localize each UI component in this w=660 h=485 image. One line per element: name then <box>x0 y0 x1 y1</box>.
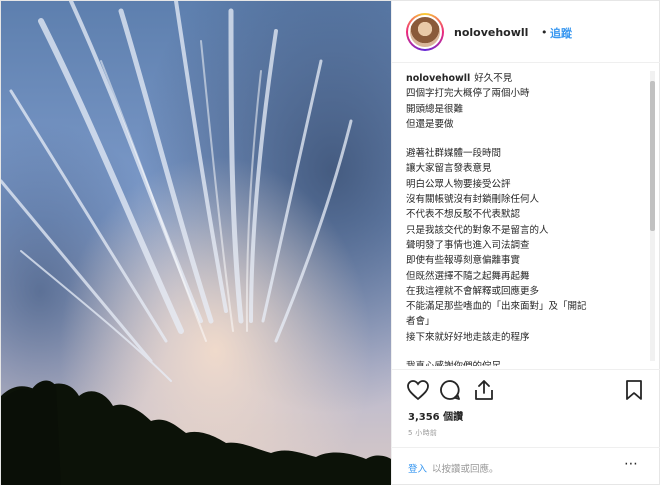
share-icon[interactable] <box>472 378 496 402</box>
comment-icon[interactable] <box>438 378 462 402</box>
caption-text: 四個字打完大概停了兩個小時 <box>406 88 530 100</box>
caption-text: 明白公眾人物要接受公評 <box>406 178 511 190</box>
caption-line: 我真心感謝你們的佇足 <box>406 359 644 366</box>
caption-line: 不代表不想反駁不代表默認 <box>406 207 644 222</box>
caption-line: nolovehowll 好久不見 <box>406 71 644 86</box>
caption-line: 讓大家留言發表意見 <box>406 161 644 176</box>
caption-text: 避著社群媒體一段時間 <box>406 148 502 160</box>
heart-icon[interactable] <box>406 378 430 402</box>
comment-prompt: 以按讚或回應。 <box>432 464 499 475</box>
caption-text: 好久不見 <box>474 73 513 84</box>
caption-text: 即使有些報導刻意偏離事實 <box>406 255 521 267</box>
caption-line: 接下來就好好地走該走的程序 <box>406 330 644 345</box>
caption-text: 但還是要做 <box>406 118 454 130</box>
caption-text: 者會」 <box>406 316 435 328</box>
login-link[interactable]: 登入 <box>408 461 427 475</box>
bookmark-icon[interactable] <box>622 378 646 402</box>
caption-scrollbar[interactable] <box>650 71 655 361</box>
like-count[interactable]: 3,356 個讚 <box>408 408 463 423</box>
comment-bar: 登入 以按讚或回應。 ⋯ <box>392 447 660 485</box>
caption-text: 不能滿足那些嗜血的「出來面對」及「開記 <box>406 301 587 313</box>
caption-line: 明白公眾人物要接受公評 <box>406 177 644 192</box>
caption-line: 即使有些報導刻意偏離事實 <box>406 253 644 268</box>
caption: nolovehowll 好久不見四個字打完大概停了兩個小時 開頭總是很難 但還是要做避… <box>406 71 644 366</box>
caption-text: 開頭總是很難 <box>406 103 464 115</box>
avatar[interactable] <box>406 13 444 51</box>
caption-text: 但既然選擇不隨之起舞再起舞 <box>406 270 530 282</box>
more-options-icon[interactable]: ⋯ <box>624 456 639 472</box>
caption-line: 在我這裡就不會解釋或回應更多 <box>406 284 644 299</box>
post-sidebar: nolovehowll • 追蹤 nolovehowll 好久不見四個字打完大概停… <box>391 1 660 485</box>
caption-line: 不能滿足那些嗜血的「出來面對」及「開記 <box>406 299 644 314</box>
post-timestamp[interactable]: 5 小時前 <box>408 428 437 438</box>
caption-text: 接下來就好好地走該走的程序 <box>406 331 530 343</box>
header-username[interactable]: nolovehowll <box>454 26 528 39</box>
caption-line: 但還是要做 <box>406 117 644 132</box>
caption-text: 不代表不想反駁不代表默認 <box>406 209 521 221</box>
caption-line: 只是我該交代的對象不是留言的人 <box>406 223 644 238</box>
instagram-post: nolovehowll • 追蹤 nolovehowll 好久不見四個字打完大概停… <box>0 0 660 485</box>
caption-text: 只是我該交代的對象不是留言的人 <box>406 224 549 236</box>
follow-button[interactable]: 追蹤 <box>550 25 572 41</box>
caption-username[interactable]: nolovehowll <box>406 73 470 84</box>
action-bar: 3,356 個讚 5 小時前 <box>392 369 660 457</box>
caption-text: 聲明發了事情也進入司法調查 <box>406 239 530 251</box>
caption-text: 在我這裡就不會解釋或回應更多 <box>406 285 540 297</box>
caption-line: 四個字打完大概停了兩個小時 <box>406 86 644 101</box>
caption-line: 沒有關帳號沒有封鎖刪除任何人 <box>406 192 644 207</box>
caption-text: 讓大家留言發表意見 <box>406 163 492 175</box>
caption-line: 但既然選擇不隨之起舞再起舞 <box>406 269 644 284</box>
caption-line: 聲明發了事情也進入司法調查 <box>406 238 644 253</box>
caption-text: 沒有關帳號沒有封鎖刪除任何人 <box>406 194 540 206</box>
separator-dot: • <box>541 26 548 39</box>
post-photo[interactable] <box>1 1 391 485</box>
caption-line: 避著社群媒體一段時間 <box>406 146 644 161</box>
caption-text: 我真心感謝你們的佇足 <box>406 361 501 366</box>
caption-line: 開頭總是很難 <box>406 102 644 117</box>
caption-line: 者會」 <box>406 314 644 329</box>
post-header: nolovehowll • 追蹤 <box>392 1 660 63</box>
sky-photo <box>1 1 391 485</box>
scrollbar-thumb[interactable] <box>650 81 655 231</box>
